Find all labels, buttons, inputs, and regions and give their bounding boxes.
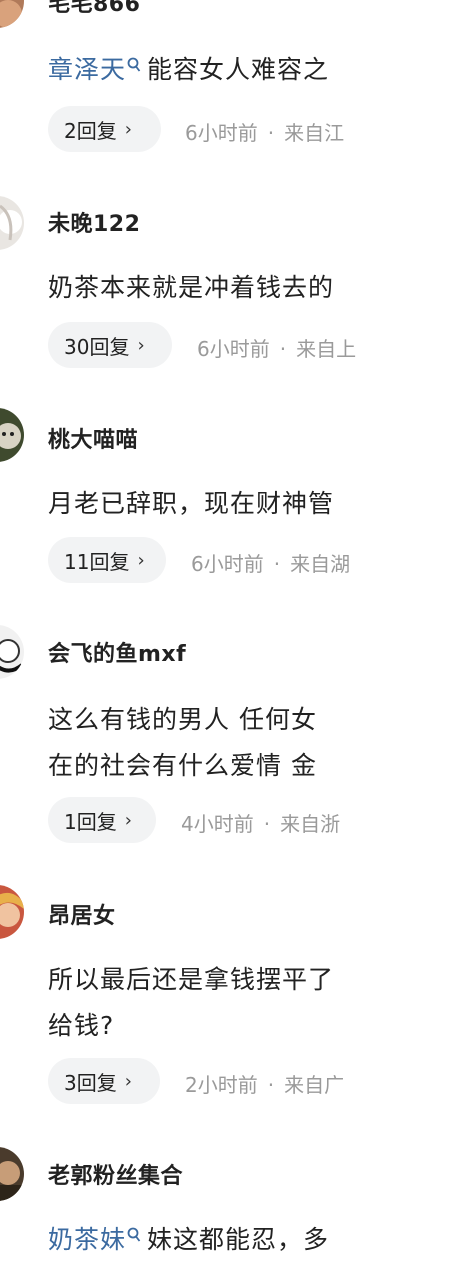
reply-count-button[interactable]: 11回复 › bbox=[48, 537, 166, 583]
reply-count-button[interactable]: 2回复 › bbox=[48, 106, 161, 152]
username[interactable]: 会飞的鱼mxf bbox=[48, 636, 186, 668]
comment-text-line: 在的社会有什么爱情 金 bbox=[48, 746, 317, 782]
user-avatar[interactable] bbox=[0, 625, 24, 679]
chevron-right-icon: › bbox=[124, 118, 132, 140]
reply-count-label: 2回复 bbox=[64, 118, 117, 143]
comment-meta: 6小时前 · 来自上 bbox=[197, 333, 356, 362]
comment-list-screen: 毛毛866 章泽天能容女人难容之 2回复 › 6小时前 · 来自江 未晚122 bbox=[0, 0, 449, 1280]
comment-location: 来自广 bbox=[284, 1073, 345, 1097]
comment-text-line: 奶茶妹 妹这都能忍，多 bbox=[48, 1220, 329, 1256]
username[interactable]: 未晚122 bbox=[48, 206, 140, 238]
search-icon[interactable] bbox=[127, 1222, 141, 1242]
comment-location: 来自江 bbox=[284, 121, 345, 145]
comment-time: 6小时前 bbox=[185, 121, 258, 145]
comment-meta: 6小时前 · 来自湖 bbox=[191, 548, 350, 577]
comment-text: 奶茶本来就是冲着钱去的 bbox=[48, 273, 335, 302]
username[interactable]: 老郭粉丝集合 bbox=[48, 1158, 183, 1190]
meta-separator: · bbox=[279, 337, 287, 361]
comment-text-line: 给钱? bbox=[48, 1006, 114, 1042]
user-avatar[interactable] bbox=[0, 196, 24, 250]
user-avatar[interactable] bbox=[0, 0, 24, 28]
comment-meta: 6小时前 · 来自江 bbox=[185, 117, 344, 146]
comment-list: 毛毛866 章泽天能容女人难容之 2回复 › 6小时前 · 来自江 未晚122 bbox=[0, 0, 362, 1280]
comment-text: 这么有钱的男人 任何女 bbox=[48, 705, 317, 734]
comment-text: 妹这都能忍，多 bbox=[147, 1225, 330, 1254]
user-avatar[interactable] bbox=[0, 885, 24, 939]
meta-separator: · bbox=[263, 812, 271, 836]
search-icon[interactable] bbox=[127, 52, 141, 72]
comment-meta: 4小时前 · 来自浙 bbox=[181, 808, 340, 837]
username[interactable]: 毛毛866 bbox=[48, 0, 140, 18]
comment-location: 来自湖 bbox=[290, 552, 351, 576]
comment-meta: 2小时前 · 来自广 bbox=[185, 1069, 344, 1098]
user-avatar[interactable] bbox=[0, 1147, 24, 1201]
comment-text-line: 章泽天 能容女人难容之 bbox=[48, 50, 329, 86]
user-avatar[interactable] bbox=[0, 408, 24, 462]
comment-text: 所以最后还是拿钱摆平了 bbox=[48, 965, 335, 994]
reply-count-label: 3回复 bbox=[64, 1070, 117, 1095]
comment-location: 来自浙 bbox=[280, 812, 341, 836]
comment-text-line: 月老已辞职，现在财神管 bbox=[48, 484, 334, 520]
mention-link[interactable]: 章泽天 bbox=[48, 55, 126, 84]
mention-link[interactable]: 奶茶妹 bbox=[48, 1225, 126, 1254]
reply-count-label: 1回复 bbox=[64, 809, 117, 834]
reply-count-label: 30回复 bbox=[64, 334, 130, 359]
comment-text: 给钱? bbox=[48, 1011, 115, 1040]
chevron-right-icon: › bbox=[124, 809, 132, 831]
comment-text: 在的社会有什么爱情 金 bbox=[48, 751, 317, 780]
reply-count-button[interactable]: 3回复 › bbox=[48, 1058, 160, 1104]
meta-separator: · bbox=[267, 1073, 275, 1097]
username[interactable]: 桃大喵喵 bbox=[48, 422, 138, 454]
chevron-right-icon: › bbox=[124, 1070, 132, 1092]
comment-time: 4小时前 bbox=[181, 812, 254, 836]
chevron-right-icon: › bbox=[137, 549, 145, 571]
reply-count-button[interactable]: 30回复 › bbox=[48, 322, 172, 368]
chevron-right-icon: › bbox=[137, 334, 145, 356]
username[interactable]: 昂居女 bbox=[48, 898, 116, 930]
comment-text-line: 奶茶本来就是冲着钱去的 bbox=[48, 268, 334, 304]
comment-time: 2小时前 bbox=[185, 1073, 258, 1097]
meta-separator: · bbox=[273, 552, 281, 576]
comment-time: 6小时前 bbox=[191, 552, 264, 576]
reply-count-label: 11回复 bbox=[64, 549, 130, 574]
comment-time: 6小时前 bbox=[197, 337, 270, 361]
comment-text: 月老已辞职，现在财神管 bbox=[48, 489, 335, 518]
meta-separator: · bbox=[267, 121, 275, 145]
comment-location: 来自上 bbox=[296, 337, 357, 361]
comment-text-line: 这么有钱的男人 任何女 bbox=[48, 700, 317, 736]
reply-count-button[interactable]: 1回复 › bbox=[48, 797, 156, 843]
comment-text: 能容女人难容之 bbox=[147, 55, 330, 84]
comment-text-line: 所以最后还是拿钱摆平了 bbox=[48, 960, 334, 996]
